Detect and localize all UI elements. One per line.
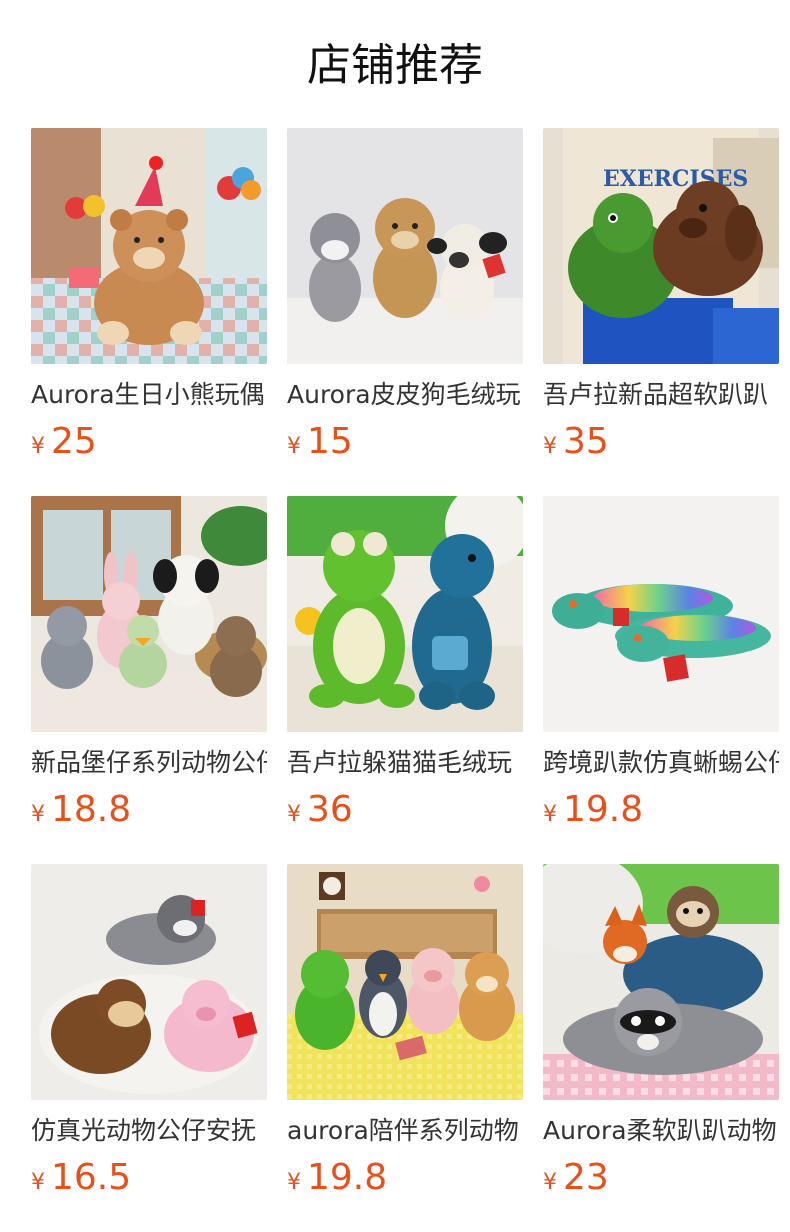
product-card[interactable]: EXERCISES 吾卢拉新品超软趴趴 ¥35: [543, 128, 779, 496]
product-grid: Aurora生日小熊玩偶 ¥25 Aurora皮皮狗毛绒玩 ¥ 15 EXERC…: [31, 128, 790, 1232]
product-image[interactable]: [287, 128, 523, 364]
page-title: 店铺推荐: [307, 40, 483, 91]
product-name[interactable]: 跨境趴款仿真蜥蜴公仔: [543, 746, 779, 780]
price-amount: 16.5: [51, 1157, 132, 1198]
product-price: ¥15: [287, 420, 523, 464]
product-image[interactable]: [31, 128, 267, 364]
product-image[interactable]: [31, 496, 267, 732]
currency-symbol: ¥: [543, 1170, 557, 1195]
product-name[interactable]: Aurora生日小熊玩偶: [31, 378, 267, 412]
product-image[interactable]: [287, 864, 523, 1100]
currency-symbol: ¥: [31, 802, 45, 827]
price-amount: 19.8: [563, 789, 644, 830]
product-price: ¥19.8: [543, 788, 779, 832]
product-card[interactable]: aurora陪伴系列动物 ¥19.8: [287, 864, 523, 1232]
product-card[interactable]: 新品堡仔系列动物公仔 ¥18.8: [31, 496, 267, 864]
product-price: ¥18.8: [31, 788, 267, 832]
product-name[interactable]: 仿真光动物公仔安抚: [31, 1114, 267, 1148]
currency-symbol: ¥: [287, 434, 301, 459]
product-name[interactable]: Aurora皮皮狗毛绒玩: [287, 378, 523, 412]
product-image[interactable]: EXERCISES: [543, 128, 779, 364]
currency-symbol: ¥: [287, 802, 301, 827]
product-name[interactable]: aurora陪伴系列动物: [287, 1114, 523, 1148]
product-price: ¥35: [543, 420, 779, 464]
product-card[interactable]: 吾卢拉躲猫猫毛绒玩 ¥36: [287, 496, 523, 864]
price-amount: 15: [307, 421, 353, 462]
currency-symbol: ¥: [543, 802, 557, 827]
product-card[interactable]: Aurora柔软趴趴动物 ¥23: [543, 864, 779, 1232]
price-amount: 35: [563, 421, 609, 462]
price-amount: 18.8: [51, 789, 132, 830]
currency-symbol: ¥: [31, 1170, 45, 1195]
product-card[interactable]: Aurora皮皮狗毛绒玩 ¥15: [287, 128, 523, 496]
product-card[interactable]: Aurora生日小熊玩偶 ¥25: [31, 128, 267, 496]
product-name[interactable]: 吾卢拉新品超软趴趴: [543, 378, 779, 412]
product-image[interactable]: [543, 496, 779, 732]
product-image[interactable]: [543, 864, 779, 1100]
price-amount: 36: [307, 789, 353, 830]
product-price: ¥23: [543, 1156, 779, 1200]
product-image[interactable]: [287, 496, 523, 732]
currency-symbol: ¥: [287, 1170, 301, 1195]
currency-symbol: ¥: [31, 434, 45, 459]
price-amount: 25: [51, 421, 97, 462]
price-amount: 19.8: [307, 1157, 388, 1198]
product-name[interactable]: Aurora柔软趴趴动物: [543, 1114, 779, 1148]
product-price: ¥36: [287, 788, 523, 832]
currency-symbol: ¥: [543, 434, 557, 459]
product-card[interactable]: 跨境趴款仿真蜥蜴公仔 ¥19.8: [543, 496, 779, 864]
product-price: ¥16.5: [31, 1156, 267, 1200]
product-image[interactable]: [31, 864, 267, 1100]
product-name[interactable]: 新品堡仔系列动物公仔: [31, 746, 267, 780]
product-card[interactable]: 仿真光动物公仔安抚 ¥16.5: [31, 864, 267, 1232]
product-price: ¥19.8: [287, 1156, 523, 1200]
product-name[interactable]: 吾卢拉躲猫猫毛绒玩: [287, 746, 523, 780]
price-amount: 23: [563, 1157, 609, 1198]
product-price: ¥25: [31, 420, 267, 464]
